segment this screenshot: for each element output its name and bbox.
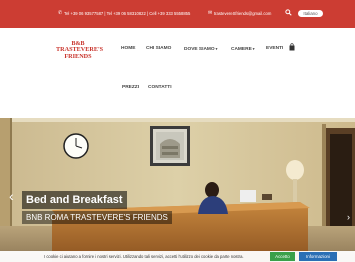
logo-line-3: FRIENDS [64, 52, 92, 60]
nav-contatti[interactable]: CONTATTI [148, 85, 172, 91]
slider-prev-arrow[interactable]: ‹ [9, 189, 14, 203]
chevron-down-icon: ▾ [252, 47, 255, 51]
hero-slider: ‹ › [0, 118, 355, 262]
nav-eventi[interactable]: EVENTI [266, 46, 283, 52]
nav-home[interactable]: HOME [121, 46, 135, 52]
cookie-banner: I cookie ci aiutano a fornire i nostri s… [0, 251, 355, 262]
phone-icon: ✆ [58, 10, 63, 16]
language-select[interactable]: Italiano [298, 10, 323, 17]
hero-subtitle: BNB ROMA TRASTEVERE'S FRIENDS [22, 211, 172, 224]
cookie-text: I cookie ci aiutano a fornire i nostri s… [44, 254, 244, 259]
cookie-info-button[interactable]: Informazioni [299, 252, 337, 261]
nav-chi-siamo[interactable]: CHI SIAMO [146, 46, 171, 52]
mail-icon: ✉ [208, 10, 213, 16]
site-logo[interactable]: B&B TRASTEVERE'S FRIENDS [56, 41, 103, 60]
hero-title: Bed and Breakfast [22, 191, 127, 209]
cookie-accept-button[interactable]: Accetto [270, 252, 295, 261]
site-header: B&B TRASTEVERE'S FRIENDS HOME CHI SIAMO … [0, 28, 355, 118]
search-icon[interactable] [285, 9, 292, 16]
bag-icon[interactable] [289, 43, 295, 51]
nav-camere-label: CAMERE [231, 47, 252, 52]
hero-image [0, 118, 355, 262]
phone-numbers[interactable]: Tel +39 06 93577587 | Tel +39 06 5831082… [64, 11, 190, 17]
chevron-down-icon: ▾ [215, 47, 218, 51]
nav-camere[interactable]: CAMERE▾ [231, 46, 255, 53]
slider-next-arrow[interactable]: › [347, 213, 350, 222]
top-contact-bar: ✆ Tel +39 06 93577587 | Tel +39 06 58310… [0, 0, 355, 28]
nav-dove-siamo-label: DOVE SIAMO [184, 47, 215, 52]
email-link[interactable]: trastevereSfriends@gmail.com [214, 11, 271, 17]
nav-prezzi[interactable]: PREZZI [122, 85, 139, 91]
nav-dove-siamo[interactable]: DOVE SIAMO▾ [184, 46, 217, 53]
